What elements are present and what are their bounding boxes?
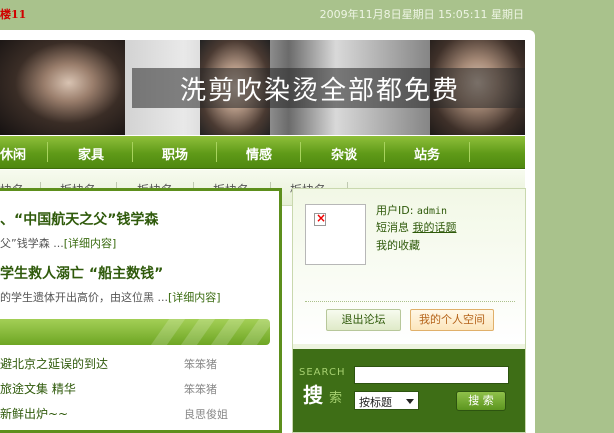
news-summary: 的学生遗体开出高价，由这位黑 ...[详细内容] <box>0 289 221 305</box>
banner-photo-left <box>0 40 125 135</box>
message-row: 短消息 我的话题 <box>376 219 457 235</box>
nav-item-chat[interactable]: 杂谈 <box>331 144 357 163</box>
news-summary-text: 父”钱学森 ... <box>0 237 64 250</box>
search-label-cn: 搜 <box>303 383 323 407</box>
topic-author[interactable]: 笨笨猪 <box>184 356 217 372</box>
nav-separator <box>384 142 385 162</box>
list-item: 新鲜出炉~~ 良思俊姐 <box>0 401 270 425</box>
page-container: 洗剪吹染烫全部都免费 休闲 家具 职场 情感 杂谈 站务 块名 板块名 板块名 … <box>0 30 535 433</box>
user-id-value: admin <box>416 206 448 217</box>
main-navigation: 休闲 家具 职场 情感 杂谈 站务 <box>0 136 525 169</box>
header-banner: 洗剪吹染烫全部都免费 <box>0 40 525 135</box>
news-summary: 父”钱学森 ...[详细内容] <box>0 235 116 251</box>
user-id: 用户ID: admin <box>376 202 447 218</box>
broken-image-icon <box>314 211 326 226</box>
floor-label: 楼11 <box>0 8 27 21</box>
decor-stripe <box>180 319 216 345</box>
nav-separator <box>300 142 301 162</box>
decor-stripe <box>150 319 186 345</box>
section-header-bar <box>0 319 270 345</box>
search-type-value: 按标题 <box>359 396 392 409</box>
nav-separator <box>216 142 217 162</box>
news-summary-text: 的学生遗体开出高价，由这位黑 ... <box>0 291 168 304</box>
topic-title[interactable]: 避北京之延误的到达 <box>0 355 108 372</box>
user-id-label: 用户ID: <box>376 204 414 217</box>
nav-item-career[interactable]: 职场 <box>162 144 188 163</box>
favorites-link[interactable]: 我的收藏 <box>376 237 420 253</box>
search-label-en: SEARCH <box>299 367 346 378</box>
details-link[interactable]: [详细内容] <box>168 291 221 304</box>
my-topics-link[interactable]: 我的话题 <box>413 221 457 234</box>
details-link[interactable]: [详细内容] <box>64 237 117 250</box>
avatar[interactable] <box>305 204 366 265</box>
nav-item-site-affairs[interactable]: 站务 <box>414 144 440 163</box>
search-type-select[interactable]: 按标题 <box>354 391 419 410</box>
nav-item-leisure[interactable]: 休闲 <box>0 144 26 163</box>
list-item: 避北京之延误的到达 笨笨猪 <box>0 351 270 375</box>
list-item: 旅途文集 精华 笨笨猪 <box>0 376 270 400</box>
banner-slogan: 洗剪吹染烫全部都免费 <box>180 76 461 106</box>
search-label-cn-secondary: 索 <box>329 391 343 406</box>
divider <box>305 301 515 302</box>
personal-space-button[interactable]: 我的个人空间 <box>410 309 494 331</box>
sidebar: 用户ID: admin 短消息 我的话题 我的收藏 退出论坛 我的个人空间 SE… <box>292 188 526 433</box>
search-panel: SEARCH 搜 索 按标题 搜 索 <box>293 349 525 432</box>
nav-separator <box>469 142 470 162</box>
topic-title[interactable]: 新鲜出炉~~ <box>0 405 68 422</box>
user-panel: 用户ID: admin 短消息 我的话题 我的收藏 退出论坛 我的个人空间 <box>293 189 525 344</box>
top-bar: 楼11 2009年11月8日星期日 15:05:11 星期日 <box>0 0 614 28</box>
decor-stripe <box>210 319 246 345</box>
topic-author[interactable]: 良思俊姐 <box>184 406 228 422</box>
nav-item-furniture[interactable]: 家具 <box>78 144 104 163</box>
topic-title[interactable]: 旅途文集 精华 <box>0 380 76 397</box>
nav-separator <box>132 142 133 162</box>
datetime-display: 2009年11月8日星期日 15:05:11 星期日 <box>319 8 524 21</box>
chevron-down-icon <box>406 399 414 404</box>
search-input[interactable] <box>354 366 509 384</box>
news-panel: 、“中国航天之父”钱学森 父”钱学森 ...[详细内容] 学生救人溺亡 “船主数… <box>0 188 282 433</box>
nav-item-emotion[interactable]: 情感 <box>246 144 272 163</box>
news-headline[interactable]: 学生救人溺亡 “船主数钱” <box>0 263 163 283</box>
list-item <box>0 426 270 433</box>
nav-separator <box>47 142 48 162</box>
decor-stripe <box>240 319 270 345</box>
search-button[interactable]: 搜 索 <box>456 391 506 411</box>
topic-author[interactable]: 笨笨猪 <box>184 381 217 397</box>
logout-button[interactable]: 退出论坛 <box>326 309 401 331</box>
messages-link[interactable]: 短消息 <box>376 221 409 234</box>
news-headline[interactable]: 、“中国航天之父”钱学森 <box>0 209 158 229</box>
